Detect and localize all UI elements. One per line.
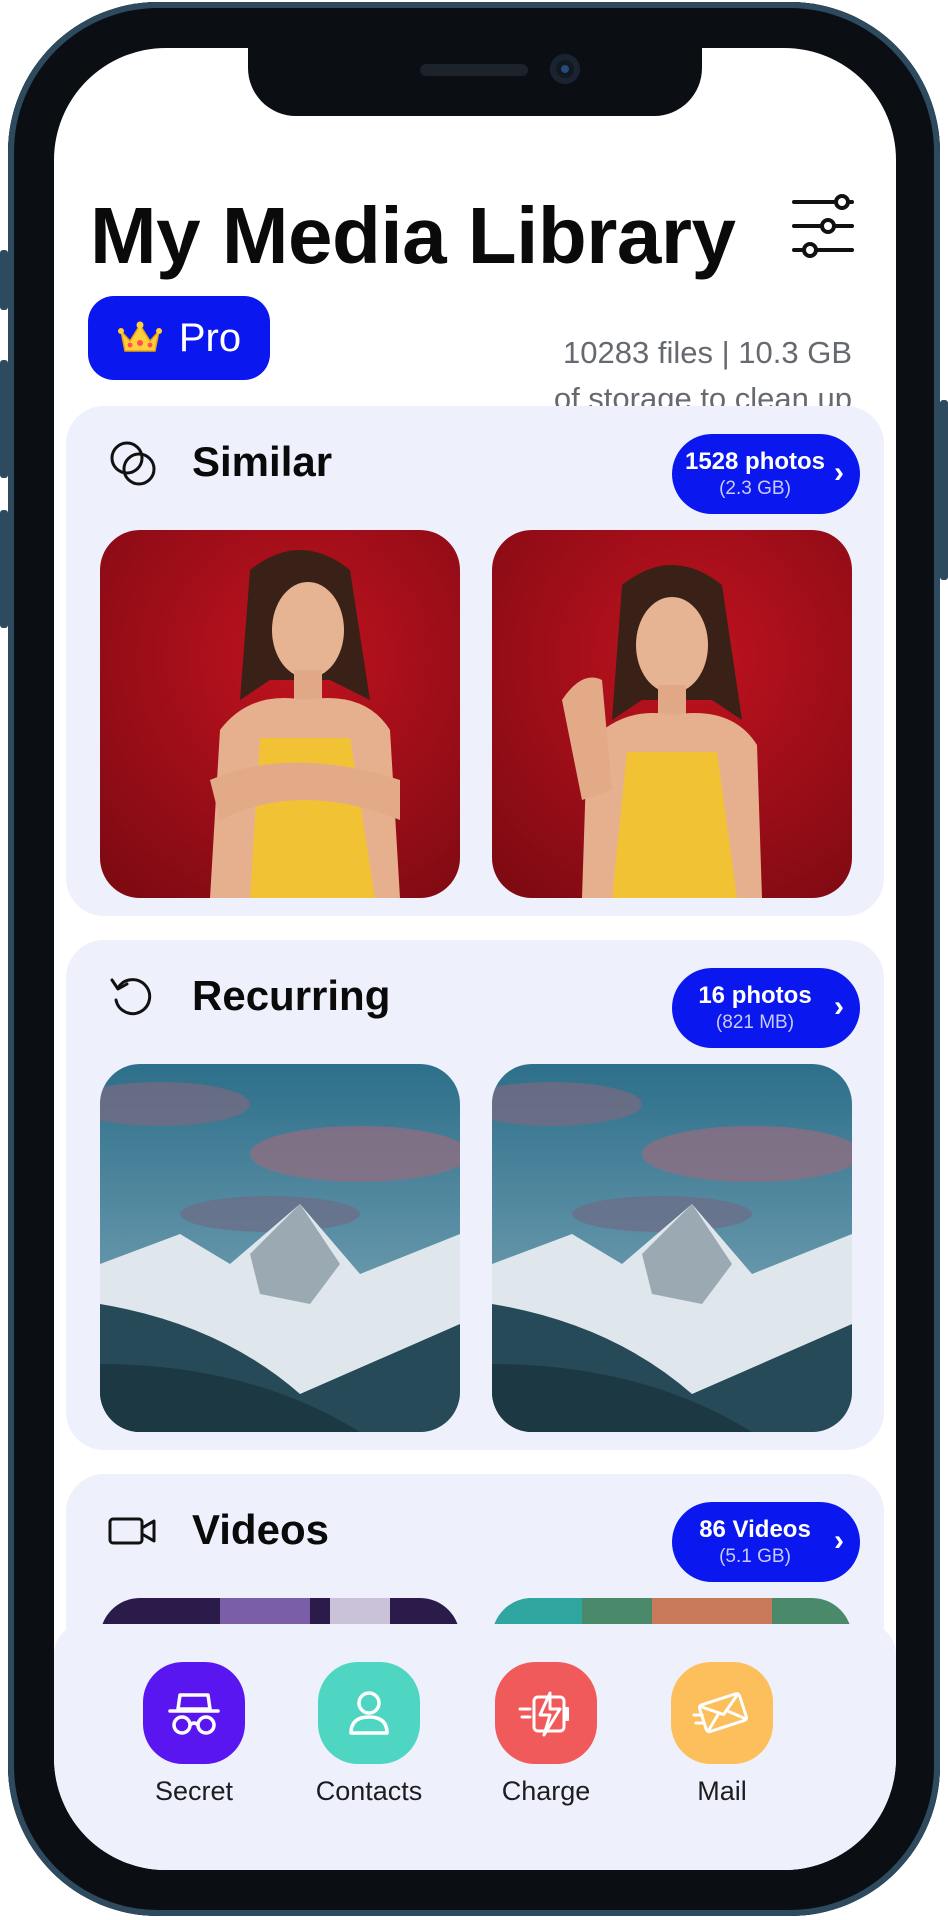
dock-label: Mail xyxy=(697,1776,747,1806)
dock-item-contacts[interactable]: Contacts xyxy=(289,1662,449,1807)
chevron-right-icon: › xyxy=(834,1524,844,1557)
page-title: My Media Library xyxy=(90,191,736,280)
dock-item-charge[interactable]: Charge xyxy=(466,1662,626,1807)
filter-sliders-icon[interactable] xyxy=(790,194,856,258)
dock-label: Contacts xyxy=(315,1776,423,1806)
chevron-right-icon: › xyxy=(834,456,844,489)
mail-icon xyxy=(671,1662,773,1764)
section-similar: Similar 1528 photos (2.3 GB) › xyxy=(66,406,884,916)
photo-thumbnail[interactable] xyxy=(100,1064,460,1432)
pill-count: 16 photos xyxy=(698,982,812,1009)
mountain-landscape-image xyxy=(100,1064,460,1432)
charge-icon xyxy=(495,1662,597,1764)
side-button-power xyxy=(940,400,948,580)
pro-label: Pro xyxy=(178,315,242,360)
similar-circles-icon xyxy=(110,441,156,486)
side-button-volume-up xyxy=(0,360,8,478)
section-title: Videos xyxy=(192,1506,329,1553)
section-header: Similar 1528 photos (2.3 GB) › xyxy=(66,406,884,516)
incognito-icon xyxy=(143,1662,245,1764)
video-camera-icon xyxy=(108,1517,156,1545)
app-screen: My Media Library Pro 10283 files | 10.3 … xyxy=(54,48,896,1870)
front-camera xyxy=(550,54,580,84)
section-title: Recurring xyxy=(192,972,391,1019)
refresh-icon xyxy=(110,978,152,1016)
photo-thumbnail[interactable] xyxy=(100,530,460,898)
mountain-landscape-image xyxy=(492,1064,852,1432)
dock-label: Charge xyxy=(501,1776,591,1806)
pill-size: (821 MB) xyxy=(715,1012,795,1033)
pill-size: (2.3 GB) xyxy=(719,478,791,499)
side-button-volume-down xyxy=(0,510,8,628)
side-button-mute xyxy=(0,250,8,310)
storage-files-line: 10283 files | 10.3 GB xyxy=(563,335,852,370)
section-header: Videos 86 Videos (5.1 GB) › xyxy=(66,1474,884,1584)
pill-size: (5.1 GB) xyxy=(719,1546,791,1567)
dock-item-secret[interactable]: Secret xyxy=(114,1662,274,1807)
bottom-dock: Secret Contacts Charge Mail xyxy=(54,1624,896,1870)
photo-thumbnail[interactable] xyxy=(492,530,852,898)
videos-count-button[interactable]: 86 Videos (5.1 GB) › xyxy=(672,1502,860,1582)
chevron-right-icon: › xyxy=(834,990,844,1023)
pill-count: 86 Videos xyxy=(699,1516,811,1543)
woman-portrait-image xyxy=(492,530,852,898)
section-header: Recurring 16 photos (821 MB) › xyxy=(66,940,884,1050)
section-title: Similar xyxy=(192,438,333,485)
similar-count-button[interactable]: 1528 photos (2.3 GB) › xyxy=(672,434,860,514)
dock-label: Secret xyxy=(154,1776,234,1806)
recurring-count-button[interactable]: 16 photos (821 MB) › xyxy=(672,968,860,1048)
contact-person-icon xyxy=(318,1662,420,1764)
crown-icon xyxy=(117,321,162,352)
pro-button[interactable]: Pro xyxy=(88,296,270,380)
pill-count: 1528 photos xyxy=(684,448,826,475)
woman-portrait-image xyxy=(100,530,460,898)
photo-thumbnail[interactable] xyxy=(492,1064,852,1432)
phone-notch xyxy=(248,48,702,116)
dock-item-mail[interactable]: Mail xyxy=(642,1662,802,1807)
speaker-grille xyxy=(420,64,528,76)
section-recurring: Recurring 16 photos (821 MB) › xyxy=(66,940,884,1450)
